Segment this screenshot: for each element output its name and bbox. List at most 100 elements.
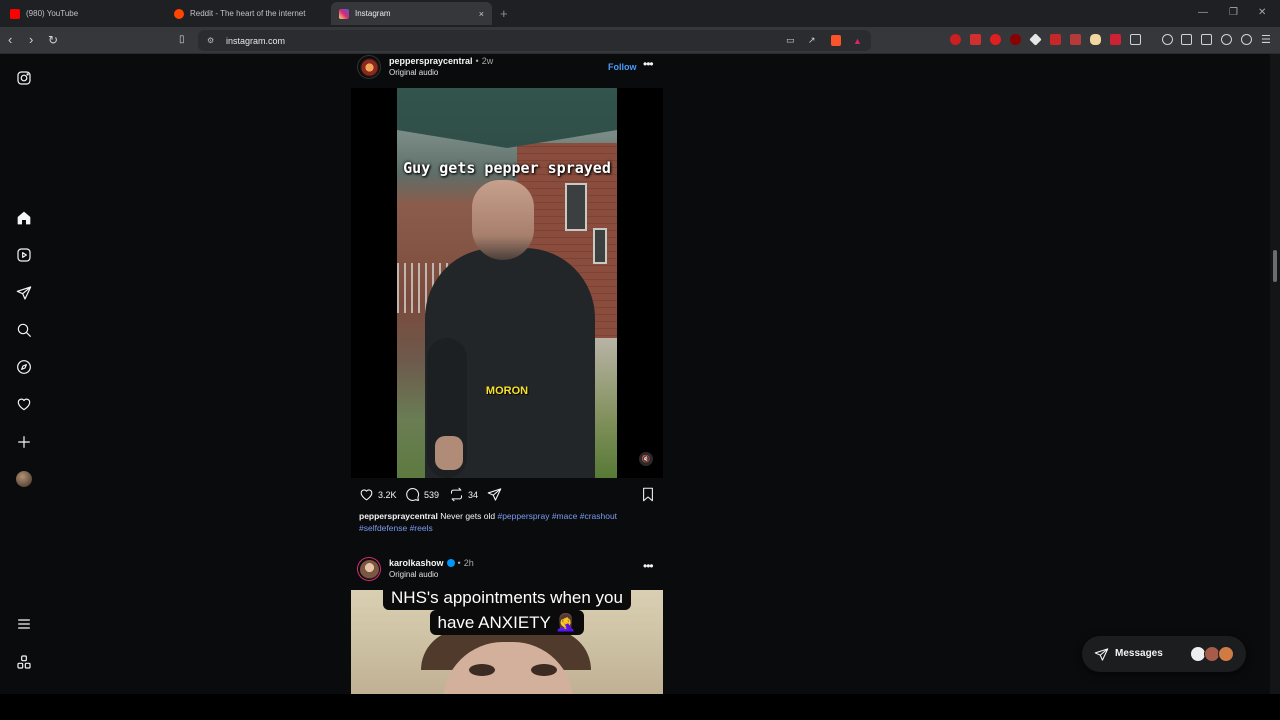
bookmark-icon	[643, 487, 653, 502]
restore-button[interactable]: ❐	[1229, 7, 1238, 18]
minimize-button[interactable]: —	[1198, 7, 1208, 18]
media-icon[interactable]	[1162, 34, 1173, 45]
more-options-icon[interactable]: •••	[643, 559, 654, 573]
heart-icon[interactable]	[14, 394, 34, 414]
ublock-icon[interactable]	[1010, 34, 1021, 45]
reddit-favicon-icon	[174, 8, 184, 19]
person-hand	[435, 436, 463, 470]
like-button[interactable]: 3.2K	[359, 487, 397, 502]
post-header: pepperspraycentral • 2w Original audio Fol…	[351, 54, 663, 80]
author-avatar[interactable]	[357, 55, 381, 79]
feed-post: pepperspraycentral • 2w Original audio Fol…	[351, 54, 663, 534]
youtube-favicon-icon	[10, 8, 20, 19]
post-video[interactable]: NHS's appointments when you have ANXIETY…	[351, 590, 663, 694]
instagram-logo-icon[interactable]	[14, 68, 34, 88]
repost-icon	[450, 487, 463, 502]
original-audio-link[interactable]: Original audio	[389, 68, 438, 77]
save-button[interactable]	[641, 487, 655, 504]
person-head	[472, 180, 534, 260]
browser-toolbar: ‹ › ↻ ▯ ⚙ instagram.com ▭ ↗ ▲ ☰	[0, 27, 1280, 54]
video-frame: Guy gets pepper sprayed MORON	[397, 88, 617, 478]
video-subtitle: MORON	[485, 385, 529, 397]
brave-shields-icon[interactable]	[831, 35, 841, 46]
tab-title: (980) YouTube	[26, 9, 79, 18]
reels-icon[interactable]	[14, 245, 34, 265]
messages-button[interactable]: Messages	[1082, 636, 1246, 672]
author-username[interactable]: karolkashow • 2h	[389, 558, 474, 568]
more-apps-icon[interactable]	[14, 652, 34, 672]
extension-9-icon[interactable]	[1110, 34, 1121, 45]
video-overlay-title: Guy gets pepper sprayed	[403, 159, 611, 177]
repost-button[interactable]: 34	[449, 487, 478, 502]
extension-8-icon[interactable]	[1090, 34, 1101, 45]
home-icon[interactable]	[14, 208, 34, 228]
address-bar[interactable]: ⚙ instagram.com ▭ ↗ ▲	[198, 30, 871, 51]
new-tab-button[interactable]: +	[500, 6, 508, 21]
create-icon[interactable]	[14, 432, 34, 452]
direct-icon	[1094, 647, 1109, 667]
video-overlay-text: NHS's appointments when you have ANXIETY…	[381, 590, 633, 635]
back-icon[interactable]: ‹	[8, 32, 12, 47]
author-username[interactable]: pepperspraycentral • 2w	[389, 56, 493, 66]
browser-tab-bar: (980) YouTube Reddit - The heart of the …	[0, 0, 1280, 27]
bookmark-page-icon[interactable]: ▯	[179, 34, 185, 45]
tab-youtube[interactable]: (980) YouTube	[2, 2, 162, 25]
more-options-icon[interactable]: •••	[643, 57, 654, 71]
post-video[interactable]: Guy gets pepper sprayed MORON 🔇	[351, 88, 663, 478]
forward-icon[interactable]: ›	[29, 32, 33, 47]
menu-icon[interactable]	[14, 614, 34, 634]
tab-title: Reddit - The heart of the internet	[190, 9, 306, 18]
vpn-icon[interactable]	[1241, 34, 1252, 45]
tab-reddit[interactable]: Reddit - The heart of the internet	[166, 2, 326, 25]
share-icon[interactable]: ↗	[808, 35, 816, 46]
tab-instagram[interactable]: Instagram ×	[331, 2, 492, 25]
hashtag-link[interactable]: #mace	[552, 511, 578, 521]
hashtag-link[interactable]: #selfdefense	[359, 523, 407, 533]
wallet-icon[interactable]	[1201, 34, 1212, 45]
message-avatar	[1218, 646, 1234, 662]
original-audio-link[interactable]: Original audio	[389, 570, 438, 579]
comment-button[interactable]: 539	[405, 487, 439, 502]
overlay-line-2: have ANXIETY 🤦‍♀️	[429, 610, 585, 635]
mute-toggle-icon[interactable]: 🔇	[639, 452, 653, 466]
hashtag-link[interactable]: #crashout	[580, 511, 617, 521]
browser-menu-icon[interactable]: ☰	[1261, 33, 1271, 46]
scrollbar-thumb[interactable]	[1273, 250, 1277, 282]
extension-2-icon[interactable]	[970, 34, 981, 45]
share-icon	[487, 488, 502, 501]
building-window	[593, 228, 607, 264]
sidebar-icon[interactable]	[1181, 34, 1192, 45]
roof	[397, 88, 617, 148]
extension-6-icon[interactable]	[1050, 34, 1061, 45]
comment-icon	[406, 488, 420, 501]
building-window	[565, 183, 587, 231]
hashtag-link[interactable]: #reels	[410, 523, 433, 533]
brave-rewards-icon[interactable]: ▲	[853, 36, 862, 46]
close-window-button[interactable]: ✕	[1258, 7, 1266, 18]
reload-icon[interactable]: ↻	[48, 33, 58, 47]
follow-button[interactable]: Follow	[608, 62, 637, 72]
comment-count: 539	[424, 489, 440, 500]
caption-text: Never gets old	[440, 511, 496, 521]
extension-7-icon[interactable]	[1070, 34, 1081, 45]
extension-3-icon[interactable]	[990, 34, 1001, 45]
extension-5-icon[interactable]	[1029, 33, 1042, 46]
extensions-puzzle-icon[interactable]	[1130, 34, 1141, 45]
direct-icon[interactable]	[14, 283, 34, 303]
leo-ai-icon[interactable]	[1221, 34, 1232, 45]
hashtag-link[interactable]: #pepperspray	[497, 511, 549, 521]
search-icon[interactable]	[14, 320, 34, 340]
extension-1-icon[interactable]	[950, 34, 961, 45]
page-scrollbar[interactable]	[1270, 54, 1280, 694]
site-info-icon[interactable]: ⚙	[207, 36, 214, 45]
profile-avatar[interactable]	[14, 469, 34, 489]
messages-label: Messages	[1115, 648, 1163, 659]
close-tab-icon[interactable]: ×	[479, 9, 484, 19]
verified-badge-icon	[446, 559, 455, 567]
post-actions: 3.2K 539 34	[351, 478, 663, 510]
share-button[interactable]	[487, 487, 506, 502]
author-avatar[interactable]	[357, 557, 381, 581]
explore-icon[interactable]	[14, 357, 34, 377]
cast-icon[interactable]: ▭	[786, 35, 795, 46]
caption-username[interactable]: pepperspraycentral	[359, 511, 438, 521]
